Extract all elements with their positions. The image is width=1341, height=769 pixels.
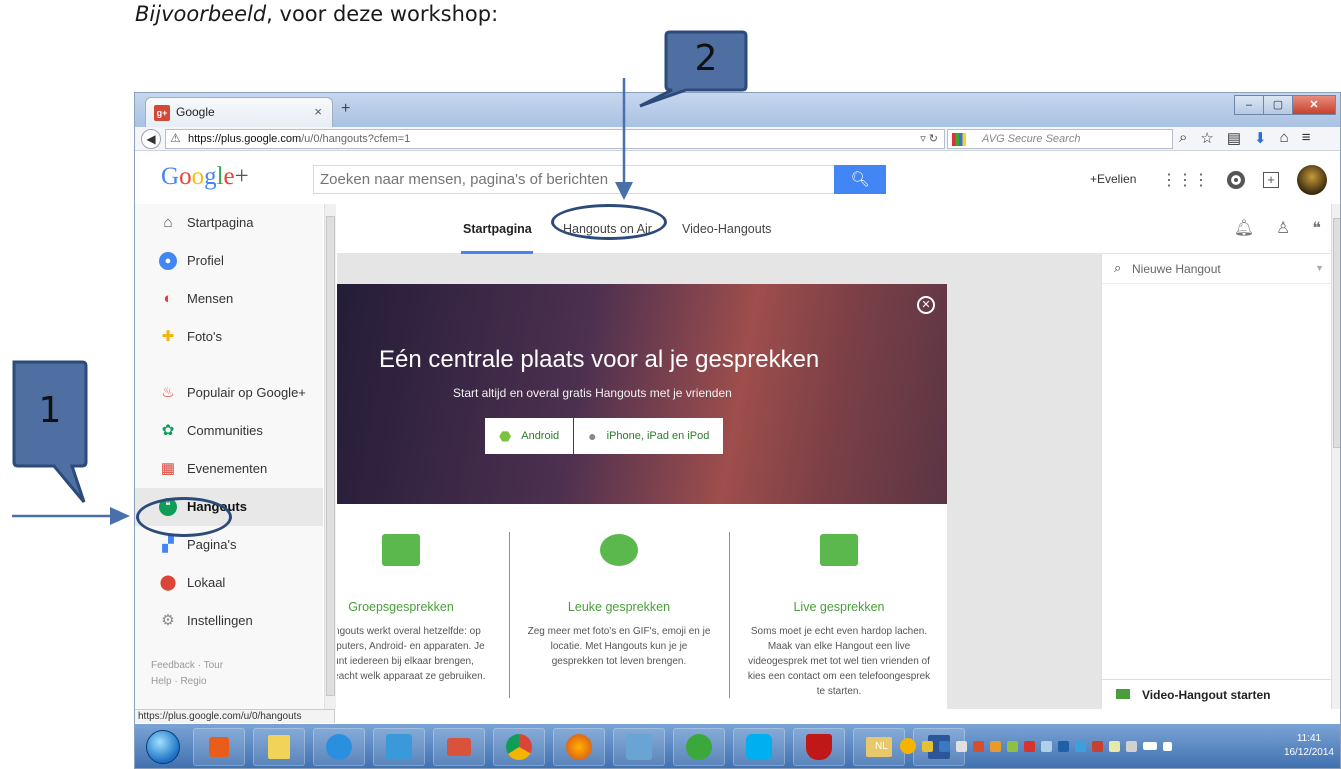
callout-2-label: 2	[694, 38, 718, 79]
callout-1-shape	[12, 360, 88, 503]
screenshot: Bijvoorbeeld, voor deze workshop: g+ Goo…	[0, 0, 1341, 769]
callout-1-label: 1	[38, 390, 62, 431]
arrow-1-head	[110, 507, 130, 525]
arrow-2-head	[615, 182, 633, 200]
annotation-arrows	[12, 30, 748, 525]
